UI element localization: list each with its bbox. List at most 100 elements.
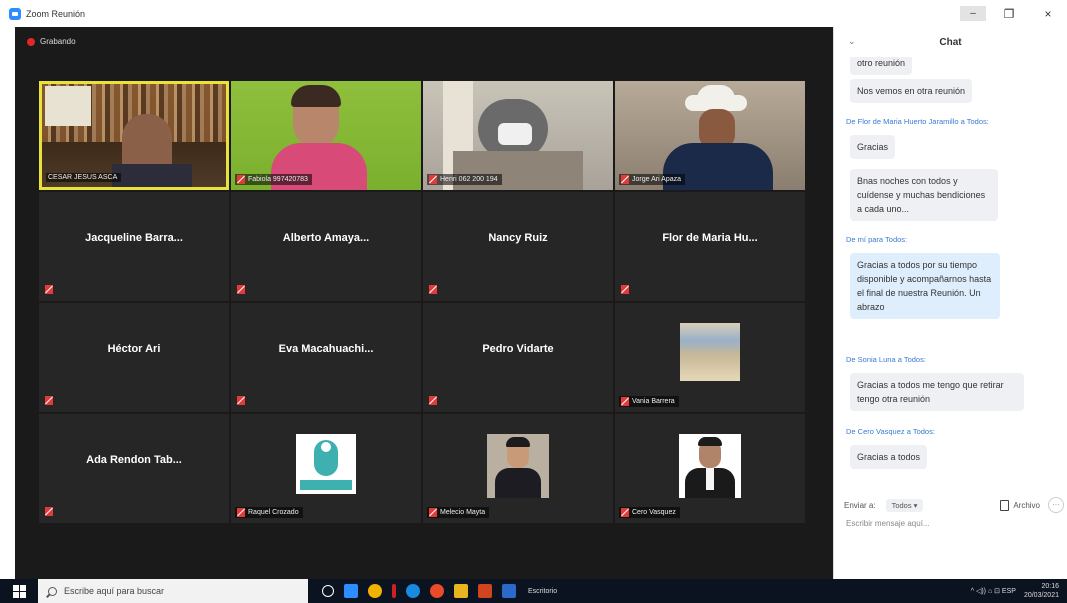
profile-picture	[679, 434, 741, 498]
video-tile-16[interactable]: Cero Vasquez	[615, 414, 805, 523]
more-options-button[interactable]: ···	[1048, 497, 1064, 513]
video-tile-7[interactable]: Nancy Ruiz	[423, 192, 613, 301]
skype-icon[interactable]	[406, 584, 420, 598]
muted-mic-icon	[621, 175, 629, 184]
file-explorer-icon[interactable]	[454, 584, 468, 598]
windows-logo-icon	[12, 584, 26, 598]
chat-panel: ⌄ Chat otro reunión Nos vemos en otra re…	[833, 27, 1067, 579]
minimize-icon: –	[960, 6, 986, 21]
search-placeholder: Escribe aquí para buscar	[64, 586, 165, 596]
chat-message-own: Gracias a todos por su tiempo disponible…	[850, 253, 1000, 319]
file-icon	[1000, 499, 1010, 511]
video-tile-9[interactable]: Héctor Ari	[39, 303, 229, 412]
video-tile-12[interactable]: Vania Barrera	[615, 303, 805, 412]
cortana-icon[interactable]	[322, 585, 334, 597]
muted-mic-icon	[45, 396, 53, 405]
close-button[interactable]: ×	[1030, 0, 1066, 27]
send-to-dropdown[interactable]: Todos ▾	[885, 498, 924, 512]
participant-nameplate: Raquel Crozado	[235, 507, 303, 518]
profile-picture	[487, 434, 549, 498]
participant-display-name: Alberto Amaya...	[282, 232, 370, 244]
video-tile-3[interactable]: Henri 062 200 194	[423, 81, 613, 190]
video-tile-11[interactable]: Pedro Vidarte	[423, 303, 613, 412]
chat-message: Nos vemos en otra reunión	[850, 79, 973, 103]
app-icon[interactable]	[392, 584, 396, 598]
file-label: Archivo	[1013, 500, 1040, 510]
browser-icon[interactable]	[430, 584, 444, 598]
participant-name: Vania Barrera	[632, 398, 675, 405]
participant-nameplate: Jorge Ari Apaza	[619, 174, 686, 185]
video-gallery: Grabando CESAR JESUS ASCA Fabiola 997420…	[15, 27, 833, 579]
video-tile-2[interactable]: Fabiola 997420783	[231, 81, 421, 190]
participant-nameplate: Vania Barrera	[619, 396, 679, 407]
muted-mic-icon	[429, 285, 437, 294]
title-bar: Zoom Reunión – ❐ ×	[0, 0, 1067, 27]
video-tile-8[interactable]: Flor de Maria Hu...	[615, 192, 805, 301]
file-button[interactable]: Archivo	[1000, 499, 1040, 511]
chat-messages[interactable]: otro reunión Nos vemos en otra reunión D…	[834, 57, 1067, 482]
zoom-app-icon	[9, 7, 21, 20]
record-dot-icon	[27, 37, 35, 46]
participant-display-name: Pedro Vidarte	[482, 343, 554, 355]
maximize-button[interactable]: ❐	[991, 0, 1027, 27]
video-feed	[42, 84, 226, 187]
video-tile-15[interactable]: Melecio Mayta	[423, 414, 613, 523]
zoom-taskbar-icon[interactable]	[344, 584, 358, 598]
muted-mic-icon	[429, 508, 437, 517]
tray-icons[interactable]: ^ ◁)) ⌂ ⊡ ESP	[971, 587, 1016, 595]
participant-name: Henri 062 200 194	[440, 176, 498, 183]
recording-label: Grabando	[40, 37, 76, 46]
muted-mic-icon	[45, 507, 53, 516]
participant-nameplate: Melecio Mayta	[427, 507, 490, 518]
muted-mic-icon	[237, 396, 245, 405]
chat-message: Gracias	[850, 135, 896, 159]
taskbar-status: Escritorio	[528, 587, 558, 595]
clock-time: 20:16	[1041, 583, 1059, 590]
participant-nameplate: Cero Vasquez	[619, 507, 680, 518]
start-button[interactable]	[0, 579, 38, 603]
chat-message: Gracias a todos me tengo que retirar ten…	[850, 373, 1024, 411]
taskbar-search[interactable]: Escribe aquí para buscar	[38, 579, 308, 603]
muted-mic-icon	[621, 285, 629, 294]
muted-mic-icon	[237, 285, 245, 294]
chat-sender: De Sonia Luna a Todos:	[846, 355, 926, 364]
muted-mic-icon	[237, 175, 245, 184]
send-to-label: Enviar a:	[844, 500, 876, 510]
chat-header: ⌄ Chat	[834, 27, 1067, 57]
muted-mic-icon	[621, 508, 629, 517]
chat-message-input[interactable]: Escribir mensaje aquí...	[846, 519, 930, 528]
chat-sender: De mí para Todos:	[846, 235, 908, 244]
chat-title: Chat	[939, 37, 962, 48]
participant-name: Raquel Crozado	[248, 509, 299, 516]
chat-send-row: Enviar a: Todos ▾ Archivo ···	[844, 495, 1064, 515]
muted-mic-icon	[429, 396, 437, 405]
chat-message: Gracias a todos	[850, 445, 928, 469]
video-tile-4[interactable]: Jorge Ari Apaza	[615, 81, 805, 190]
clock[interactable]: 20:16 20/03/2021	[1024, 582, 1059, 600]
minimize-button[interactable]: –	[955, 0, 991, 27]
video-tile-1[interactable]: CESAR JESUS ASCA	[39, 81, 229, 190]
participant-display-name: Héctor Ari	[107, 343, 161, 355]
participant-name: Cero Vasquez	[632, 509, 676, 516]
video-tile-14[interactable]: Raquel Crozado	[231, 414, 421, 523]
powerpoint-icon[interactable]	[478, 584, 492, 598]
muted-mic-icon	[621, 397, 629, 406]
chat-message: otro reunión	[850, 57, 913, 75]
chrome-icon[interactable]	[368, 584, 382, 598]
participant-name: Jorge Ari Apaza	[632, 176, 682, 183]
video-tile-10[interactable]: Eva Macahuachi...	[231, 303, 421, 412]
video-tile-5[interactable]: Jacqueline Barra...	[39, 192, 229, 301]
chat-message: Bnas noches con todos y cuídense y mucha…	[850, 169, 998, 221]
video-tile-13[interactable]: Ada Rendon Tab...	[39, 414, 229, 523]
participant-nameplate: Henri 062 200 194	[427, 174, 502, 185]
participant-display-name: Jacqueline Barra...	[85, 232, 183, 244]
system-tray: ^ ◁)) ⌂ ⊡ ESP 20:16 20/03/2021	[971, 582, 1067, 600]
profile-picture	[680, 323, 740, 381]
muted-mic-icon	[45, 285, 53, 294]
participant-name: CESAR JESUS ASCA	[48, 174, 118, 181]
chat-sender: De Cero Vasquez a Todos:	[846, 427, 935, 436]
windows-taskbar: Escribe aquí para buscar Escritorio ^ ◁)…	[0, 579, 1067, 603]
video-tile-6[interactable]: Alberto Amaya...	[231, 192, 421, 301]
word-icon[interactable]	[502, 584, 516, 598]
participant-display-name: Flor de Maria Hu...	[662, 232, 758, 244]
